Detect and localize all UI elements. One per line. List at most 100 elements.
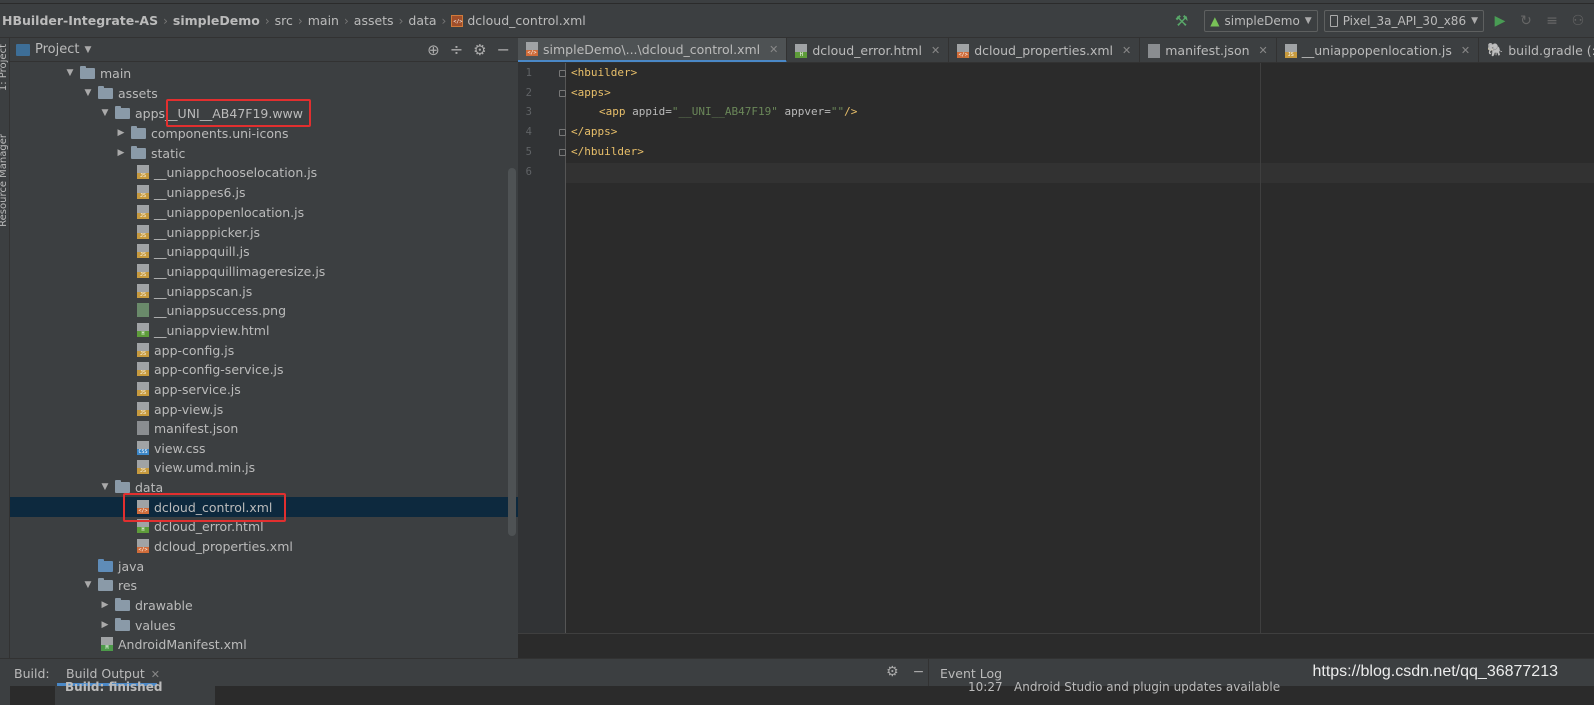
tree-item-file[interactable]: JS __uniappquillimageresize.js	[10, 261, 518, 281]
tree-item-apps[interactable]: ▼ apps __UNI__AB47F19.www	[10, 103, 518, 123]
xml-tag: </hbuilder>	[571, 145, 644, 158]
breadcrumb-src[interactable]: src	[275, 13, 293, 28]
run-icon[interactable]: ▶	[1490, 13, 1510, 29]
tree-item-file[interactable]: JS __uniappscan.js	[10, 281, 518, 301]
tree-item-file[interactable]: JS app-service.js	[10, 379, 518, 399]
tree-item-file[interactable]: JS app-config.js	[10, 340, 518, 360]
hammer-icon[interactable]: ⚒	[1175, 12, 1188, 30]
gear-icon[interactable]: ⚙	[886, 664, 899, 680]
xml-attr: appid=	[632, 105, 672, 118]
tab-uniappopenlocation[interactable]: JS __uniappopenlocation.js ✕	[1277, 38, 1480, 62]
tree-item-file-selected[interactable]: </> dcloud_control.xml	[10, 497, 518, 517]
xml-value: ""	[830, 105, 845, 118]
fold-marker-icon[interactable]	[559, 70, 566, 77]
tree-item-file[interactable]: JS __uniappchooselocation.js	[10, 162, 518, 182]
tree-item-manifest[interactable]: M AndroidManifest.xml	[10, 634, 518, 654]
tree-item-label: view.umd.min.js	[154, 459, 256, 475]
tab-event-log[interactable]: Event Log	[940, 666, 1002, 681]
project-view-select[interactable]: Project	[35, 42, 79, 57]
tree-item-file[interactable]: H __uniappview.html	[10, 320, 518, 340]
breadcrumb-module[interactable]: simpleDemo	[173, 13, 260, 28]
folder-icon	[98, 558, 113, 572]
tree-item-drawable[interactable]: ▶ drawable	[10, 595, 518, 615]
close-icon[interactable]: ✕	[769, 43, 778, 56]
tab-manifest-json[interactable]: manifest.json ✕	[1140, 38, 1277, 62]
chevron-down-icon[interactable]: ▼	[82, 88, 94, 98]
tree-item-file[interactable]: JS __uniappquill.js	[10, 241, 518, 261]
tree-item-file[interactable]: JS view.umd.min.js	[10, 457, 518, 477]
run-config-select[interactable]: ▲ simpleDemo ▼	[1204, 10, 1318, 32]
tab-dcloud-error[interactable]: H dcloud_error.html ✕	[787, 38, 950, 62]
event-message[interactable]: Android Studio and plugin updates availa…	[1014, 680, 1314, 705]
resource-manager-tool-button[interactable]: Resource Manager	[0, 134, 9, 227]
close-icon[interactable]: ✕	[1122, 44, 1131, 57]
fold-marker-icon[interactable]	[559, 129, 566, 136]
chevron-down-icon[interactable]: ▼	[84, 45, 91, 55]
build-status[interactable]: Build: finished	[65, 680, 205, 705]
tree-item-java[interactable]: java	[10, 556, 518, 576]
close-icon[interactable]: ✕	[1259, 44, 1268, 57]
xml-tag: />	[844, 105, 858, 118]
gear-icon[interactable]: ⚙	[473, 41, 486, 59]
tree-item-file[interactable]: manifest.json	[10, 418, 518, 438]
tree-item-values[interactable]: ▶ values	[10, 615, 518, 635]
tree-item-file[interactable]: JS __uniappes6.js	[10, 182, 518, 202]
locate-icon[interactable]: ⊕	[427, 41, 440, 59]
tab-build-output[interactable]: Build Output ✕	[66, 666, 160, 681]
hide-icon[interactable]: −	[497, 40, 510, 59]
tree-item-static[interactable]: ▶ static	[10, 143, 518, 163]
chevron-right-icon[interactable]: ▶	[115, 128, 127, 138]
editor-tab-bar: </> simpleDemo\...\dcloud_control.xml ✕ …	[518, 38, 1594, 63]
fold-marker-icon[interactable]	[559, 90, 566, 97]
project-tool-button[interactable]: 1: Project	[0, 44, 9, 91]
breadcrumb-assets[interactable]: assets	[354, 13, 394, 28]
breadcrumb-project[interactable]: HBuilder-Integrate-AS	[2, 13, 158, 28]
project-tree-scrollbar[interactable]	[508, 168, 516, 536]
device-select[interactable]: Pixel_3a_API_30_x86 ▼	[1323, 10, 1484, 32]
tree-item-file[interactable]: JS __uniappopenlocation.js	[10, 202, 518, 222]
tree-item-main[interactable]: ▼ main	[10, 63, 518, 83]
close-icon[interactable]: ✕	[1461, 44, 1470, 57]
build-panel-label: Build:	[14, 666, 50, 681]
apply-code-changes-icon[interactable]: ≡	[1542, 13, 1562, 29]
tab-build-gradle[interactable]: 🐘 build.gradle (:simpleDe	[1479, 38, 1594, 62]
tree-item-res[interactable]: ▼ res	[10, 575, 518, 595]
fold-marker-icon[interactable]	[559, 149, 566, 156]
debug-icon[interactable]: ⚇	[1568, 13, 1588, 29]
code-editor[interactable]: 1 2 3 4 5 6 <hbuilder> <apps> <app appid…	[518, 63, 1594, 658]
tree-item-file[interactable]: JS app-config-service.js	[10, 359, 518, 379]
tree-item-assets[interactable]: ▼ assets	[10, 83, 518, 103]
chevron-down-icon[interactable]: ▼	[64, 68, 76, 78]
code-line-3: <app appid="__UNI__AB47F19" appver=""/>	[599, 105, 857, 118]
close-icon[interactable]: ✕	[931, 44, 940, 57]
tree-item-file[interactable]: </> dcloud_properties.xml	[10, 536, 518, 556]
tab-label: Build Output	[66, 666, 145, 681]
tree-item-data[interactable]: ▼ data	[10, 477, 518, 497]
chevron-right-icon[interactable]: ▶	[99, 600, 111, 610]
right-margin-guide	[1260, 63, 1261, 633]
apply-changes-icon[interactable]: ↻	[1516, 13, 1536, 29]
tree-item-label: __uniappscan.js	[154, 283, 253, 299]
hide-icon[interactable]: −	[913, 664, 925, 680]
js-file-icon: JS	[137, 185, 149, 199]
tree-item-file[interactable]: JS __uniapppicker.js	[10, 222, 518, 242]
chevron-down-icon[interactable]: ▼	[99, 108, 111, 118]
breadcrumb-file[interactable]: dcloud_control.xml	[467, 13, 585, 28]
breadcrumb-main[interactable]: main	[308, 13, 339, 28]
tree-item-file[interactable]: __uniappsuccess.png	[10, 300, 518, 320]
breadcrumb-data[interactable]: data	[408, 13, 436, 28]
chevron-right-icon: ›	[441, 13, 447, 28]
tab-dcloud-control[interactable]: </> simpleDemo\...\dcloud_control.xml ✕	[518, 38, 788, 62]
tree-item-file[interactable]: H dcloud_error.html	[10, 516, 518, 536]
chevron-down-icon[interactable]: ▼	[99, 482, 111, 492]
tree-item-file[interactable]: JS app-view.js	[10, 399, 518, 419]
collapse-all-icon[interactable]: ÷	[450, 40, 463, 59]
device-value: Pixel_3a_API_30_x86	[1342, 14, 1467, 28]
chevron-right-icon[interactable]: ▶	[115, 148, 127, 158]
chevron-down-icon[interactable]: ▼	[82, 580, 94, 590]
tree-item-components[interactable]: ▶ components.uni-icons	[10, 123, 518, 143]
tree-item-file[interactable]: CSS view.css	[10, 438, 518, 458]
project-panel-header: Project ▼ ⊕ ÷ ⚙ −	[10, 38, 518, 62]
tab-dcloud-properties[interactable]: </> dcloud_properties.xml ✕	[949, 38, 1141, 62]
chevron-right-icon[interactable]: ▶	[99, 620, 111, 630]
